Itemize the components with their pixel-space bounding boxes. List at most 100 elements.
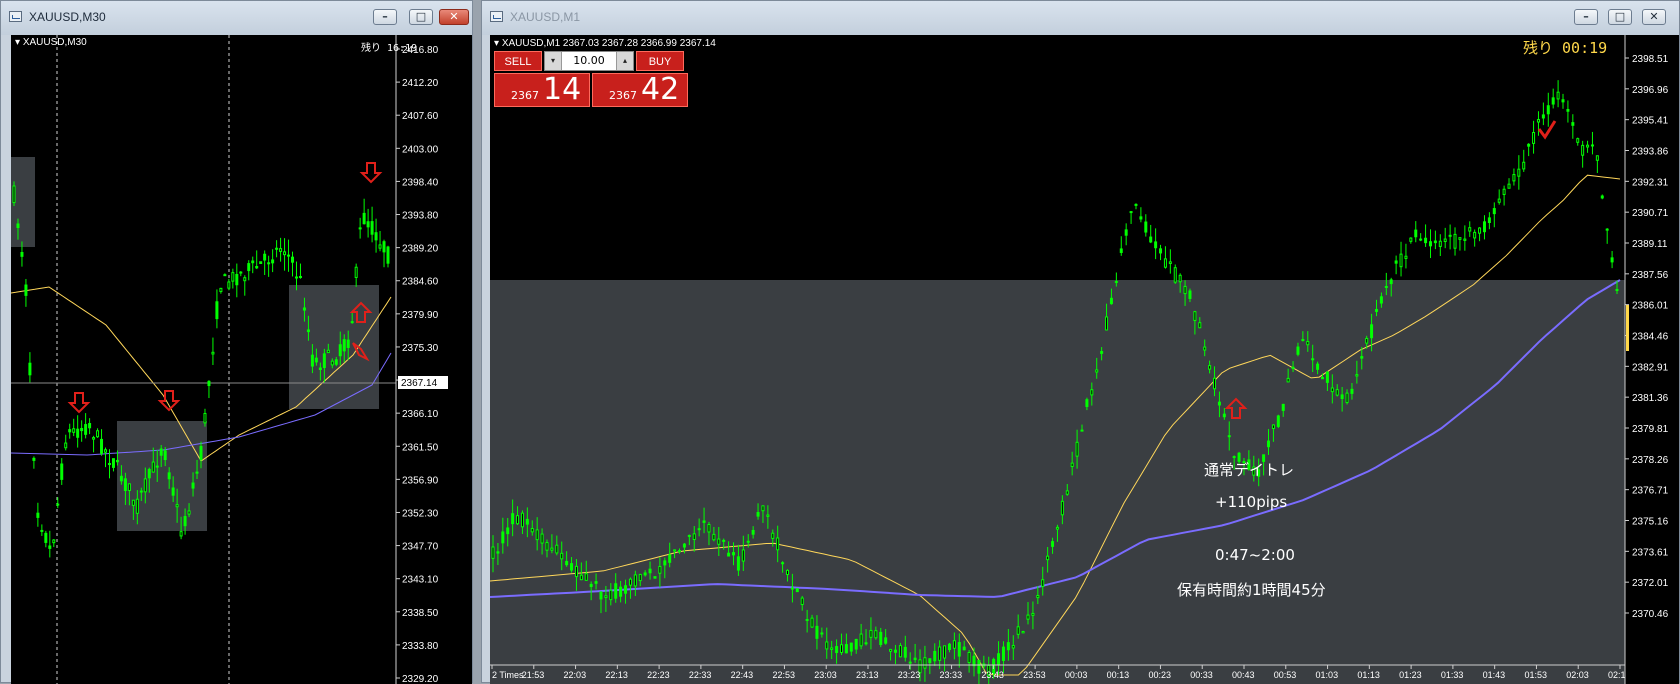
candle-body <box>506 527 510 535</box>
candle-body <box>159 448 163 456</box>
candle-body <box>1443 238 1447 243</box>
candle-body <box>143 478 147 493</box>
candle-body <box>884 637 888 644</box>
title-bar[interactable]: XAUUSD,M1 – □ ✕ <box>482 1 1679 35</box>
candle-body <box>1379 296 1383 304</box>
candle-body <box>1610 257 1614 263</box>
candle-body <box>839 644 843 653</box>
candle-body <box>1134 203 1138 206</box>
lot-size-input[interactable]: 10.00 <box>561 52 617 70</box>
candle-body <box>306 329 310 333</box>
candle-body <box>565 560 569 566</box>
title-bar[interactable]: XAUUSD,M30 – □ ✕ <box>1 1 472 35</box>
price-chart-m1[interactable]: 2398.51 2396.96 2395.41 2393.86 2392.31 2390.… <box>490 35 1679 684</box>
sell-price-button[interactable]: 2367 14 <box>494 73 590 107</box>
candle-body <box>1600 195 1604 199</box>
candle-body <box>1325 371 1329 383</box>
chart-window-m30[interactable]: XAUUSD,M30 – □ ✕ 2416.80 2412.20 2407.60 24… <box>0 0 473 684</box>
price-chart-m30[interactable]: 2416.80 2412.20 2407.60 2403.00 2398.40 2393.… <box>11 35 472 684</box>
remaining-time-label: 残り 00:19 <box>1523 39 1608 57</box>
candle-body <box>12 185 16 204</box>
candle-body <box>267 262 271 265</box>
candle-body <box>668 554 672 563</box>
candle-body <box>44 532 48 543</box>
candle-body <box>1222 413 1226 418</box>
buy-button[interactable]: BUY <box>636 51 684 71</box>
chart-canvas-m30[interactable]: 2416.802412.202407.602403.002398.402393.… <box>11 35 472 684</box>
candle-body <box>859 633 863 647</box>
candle-body <box>893 649 897 653</box>
lot-size-stepper[interactable]: ▾ 10.00 ▴ <box>544 51 634 71</box>
candle-body <box>338 344 342 357</box>
time-label: 23:43 <box>981 670 1004 680</box>
remaining-time-label: 残り 16:19 <box>361 43 418 54</box>
chart-window-m1[interactable]: XAUUSD,M1 – □ ✕ 2398.51 2396.96 2395.41 239… <box>481 0 1680 684</box>
candle-body <box>952 640 956 649</box>
candle-body <box>746 540 750 543</box>
candle-body <box>1424 237 1428 244</box>
price-label: 2378.26 <box>1632 455 1669 466</box>
candle-body <box>1497 198 1501 203</box>
candle-body <box>810 617 814 628</box>
candle-body <box>889 648 893 652</box>
time-label: 22:13 <box>605 670 628 680</box>
maximize-button[interactable]: □ <box>1608 9 1632 25</box>
candle-body <box>1188 290 1192 299</box>
candle-body <box>1051 541 1055 547</box>
candle-body <box>32 457 36 461</box>
maximize-button[interactable]: □ <box>409 9 433 25</box>
candle-body <box>555 544 559 554</box>
lot-decrease-arrow-icon[interactable]: ▾ <box>545 52 562 70</box>
candle-body <box>962 646 966 651</box>
candle-body <box>1114 280 1118 283</box>
candle-body <box>1428 241 1432 247</box>
close-button[interactable]: ✕ <box>439 9 469 25</box>
close-button[interactable]: ✕ <box>1642 9 1666 25</box>
minimize-button[interactable]: – <box>1574 9 1598 25</box>
time-label: 00:53 <box>1274 670 1297 680</box>
candle-body <box>1556 91 1560 100</box>
lot-increase-arrow-icon[interactable]: ▴ <box>616 52 633 70</box>
candle-body <box>16 223 20 228</box>
candle-body <box>1316 363 1320 370</box>
candle-body <box>326 349 330 354</box>
candle-body <box>619 586 623 597</box>
chart-canvas-m1[interactable]: 2398.51 2396.96 2395.41 2393.86 2392.31 2390.… <box>490 35 1679 684</box>
candle-body <box>1370 324 1374 339</box>
time-label: 00:23 <box>1148 670 1171 680</box>
candle-body <box>1065 490 1069 495</box>
price-label: 2390.71 <box>1632 208 1669 219</box>
candle-body <box>64 442 68 449</box>
candle-body <box>722 539 726 542</box>
candle-body <box>287 254 291 257</box>
time-range-label: 0:47~2:00 <box>1215 546 1295 564</box>
candle-body <box>1281 403 1285 411</box>
candle-body <box>501 531 505 544</box>
time-label: 01:43 <box>1483 670 1506 680</box>
candle-body <box>717 538 721 545</box>
time-label: 00:43 <box>1232 670 1255 680</box>
candle-body <box>663 560 667 566</box>
candle-body <box>1168 261 1172 264</box>
candle-body <box>1208 365 1212 370</box>
buy-price-button[interactable]: 2367 42 <box>592 73 688 107</box>
candle-body <box>805 619 809 622</box>
candle-body <box>903 646 907 658</box>
candle-body <box>1561 99 1565 103</box>
candle-body <box>1512 174 1516 182</box>
down-arrow-icon <box>67 392 91 414</box>
candle-body <box>366 221 370 228</box>
candle-body <box>1335 389 1339 396</box>
candle-body <box>844 644 848 654</box>
candle-body <box>52 539 56 544</box>
candle-body <box>1404 255 1408 259</box>
sell-button[interactable]: SELL <box>494 51 542 71</box>
candle-body <box>574 565 578 578</box>
minimize-button[interactable]: – <box>373 9 397 25</box>
candle-body <box>1267 440 1271 448</box>
price-label: 2376.71 <box>1632 486 1669 497</box>
candle-body <box>1144 221 1148 233</box>
candle-body <box>1576 138 1580 143</box>
candle-body <box>943 645 947 659</box>
candle-body <box>820 632 824 635</box>
